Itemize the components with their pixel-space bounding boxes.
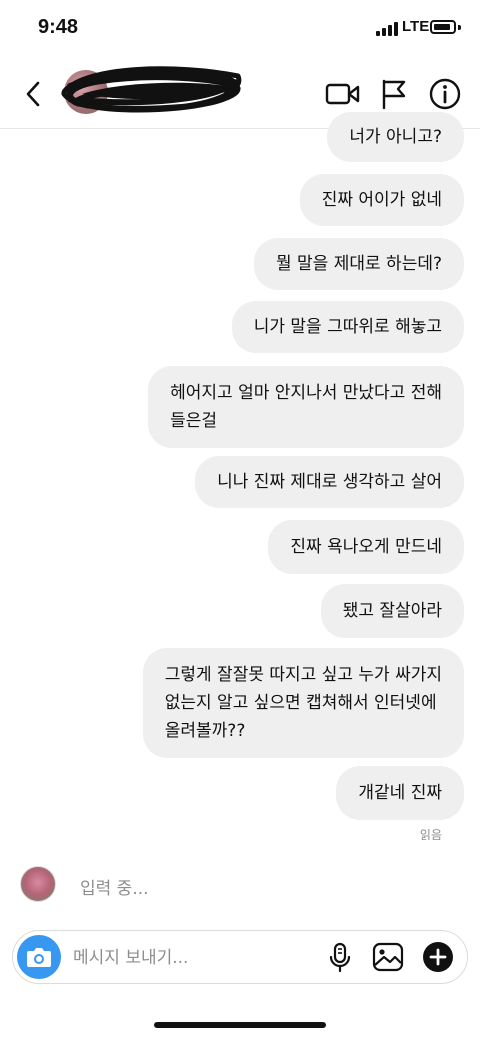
gallery-icon[interactable] [371,940,405,974]
message-bubble[interactable]: 진짜 욕나오게 만드네 [268,520,464,574]
message-text: 개같네 진짜 [358,783,442,803]
status-bar: 9:48 LTE [0,0,480,60]
message-bubble[interactable]: 니나 진짜 제대로 생각하고 살어 [195,456,464,508]
signal-icon [376,22,398,36]
message-bubble[interactable]: 뭘 말을 제대로 하는데? [254,238,464,290]
battery-icon [430,20,456,34]
network-label: LTE [402,18,430,35]
message-text: 니가 말을 그따위로 해놓고 [253,317,442,337]
message-text: 진짜 어이가 없네 [321,190,442,210]
status-time: 9:48 [38,16,79,38]
add-icon[interactable] [421,940,455,974]
message-bubble[interactable]: 그렇게 잘잘못 따지고 싶고 누가 싸가지 없는지 알고 싶으면 캡쳐해서 인터… [142,648,464,758]
message-text: 니나 진짜 제대로 생각하고 살어 [217,472,442,492]
redaction-scribble [61,66,242,113]
flag-icon[interactable] [376,76,412,112]
battery-cap [458,25,461,30]
message-text: 그렇게 잘잘못 따지고 싶고 누가 싸가지 없는지 알고 싶으면 캡쳐해서 인터… [164,665,442,741]
camera-icon [27,948,51,967]
typing-avatar [20,866,56,902]
message-composer [12,930,468,984]
message-text: 진짜 욕나오게 만드네 [290,537,442,557]
typing-indicator: 입력 중... [80,879,149,899]
message-bubble[interactable]: 진짜 어이가 없네 [299,174,464,226]
video-call-icon[interactable] [324,76,360,112]
home-indicator[interactable] [154,1022,326,1028]
message-text: 너가 아니고? [349,127,442,147]
message-bubble[interactable]: 니가 말을 그따위로 해놓고 [231,301,464,353]
message-text: 뭘 말을 제대로 하는데? [276,254,442,274]
read-receipt: 읽음 [419,828,442,842]
back-icon[interactable] [20,78,48,110]
info-icon[interactable] [427,76,463,112]
message-bubble[interactable]: 너가 아니고? [327,112,464,162]
message-text: 헤어지고 얼마 안지나서 만났다고 전해 들은걸 [170,383,442,431]
message-text: 됐고 잘살아라 [342,601,442,621]
message-bubble[interactable]: 됐고 잘살아라 [320,584,464,638]
microphone-icon[interactable] [323,940,357,974]
message-bubble[interactable]: 개같네 진짜 [336,766,464,820]
camera-button[interactable] [17,935,61,979]
message-input[interactable] [71,939,315,977]
message-bubble[interactable]: 헤어지고 얼마 안지나서 만났다고 전해 들은걸 [148,366,464,448]
